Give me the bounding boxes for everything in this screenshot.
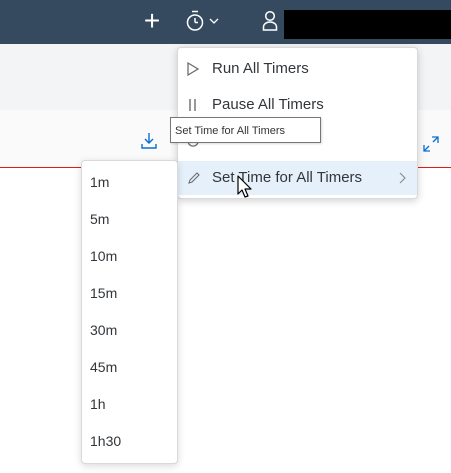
plus-icon[interactable]: + [141, 7, 163, 35]
menu-item-label: Run All Timers [212, 60, 309, 77]
menu-item-label: Set Time for All Timers [212, 169, 363, 186]
time-option-label: 45m [90, 359, 118, 375]
time-option-10m[interactable]: 10m [82, 238, 177, 272]
time-option-1m[interactable]: 1m [82, 164, 177, 198]
menu-item-run-all-timers[interactable]: Run All Timers [178, 52, 417, 86]
time-option-label: 30m [90, 322, 118, 338]
play-icon [187, 61, 200, 77]
menu-item-label: Pause All Timers [212, 96, 324, 113]
time-option-1h[interactable]: 1h [82, 386, 177, 420]
time-option-15m[interactable]: 15m [82, 275, 177, 309]
time-option-label: 1h [90, 396, 106, 412]
chevron-right-icon [399, 172, 406, 184]
menu-item-set-time-for-all-timers[interactable]: Set Time for All Timers [178, 161, 417, 195]
time-option-45m[interactable]: 45m [82, 349, 177, 383]
time-option-5m[interactable]: 5m [82, 201, 177, 235]
time-option-label: 1h30 [90, 433, 122, 449]
time-option-label: 15m [90, 285, 118, 301]
chevron-down-icon[interactable] [208, 15, 220, 27]
time-option-1h30[interactable]: 1h30 [82, 423, 177, 457]
time-option-label: 10m [90, 248, 118, 264]
time-option-30m[interactable]: 30m [82, 312, 177, 346]
stopwatch-icon[interactable] [185, 10, 205, 32]
fullscreen-icon[interactable] [423, 136, 439, 152]
user-icon[interactable] [262, 10, 278, 32]
mouse-cursor-icon [237, 175, 252, 198]
pencil-icon [188, 172, 200, 184]
time-option-label: 1m [90, 174, 110, 190]
pause-icon [189, 99, 196, 111]
redacted-user-name [284, 10, 451, 39]
shell-header: + [0, 0, 451, 44]
tooltip: Set Time for All Timers [170, 117, 321, 143]
download-icon[interactable] [141, 132, 157, 150]
time-option-label: 5m [90, 211, 110, 227]
time-preset-submenu: 1m 5m 10m 15m 30m 45m 1h 1h30 [81, 160, 178, 464]
